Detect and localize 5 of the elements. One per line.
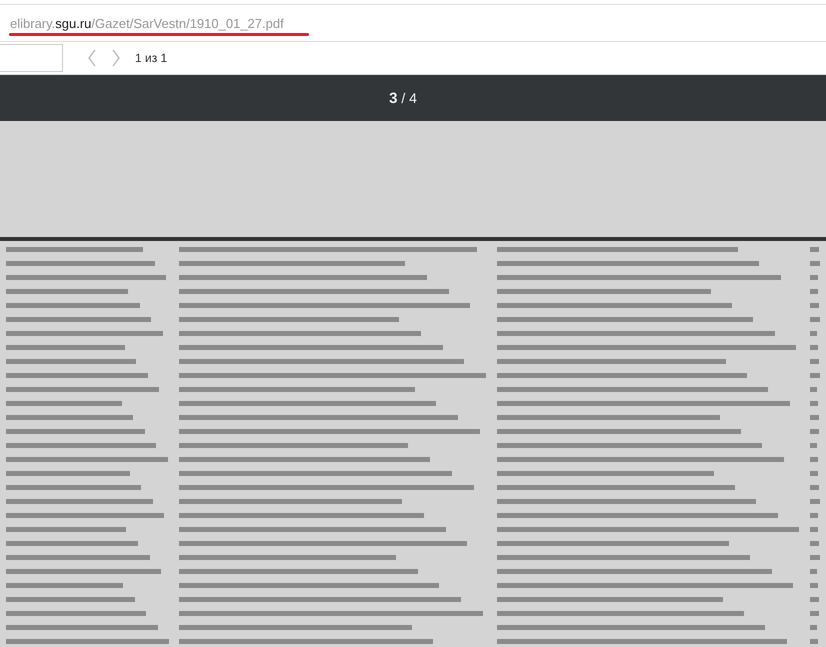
url-text: elibrary.sgu.ru/Gazet/SarVestn/1910_01_27.pdf xyxy=(10,16,284,30)
address-bar[interactable]: elibrary.sgu.ru/Gazet/SarVestn/1910_01_27.pdf xyxy=(0,4,826,42)
page-indicator: 3 / 4 xyxy=(389,90,418,106)
find-result-count: 1 из 1 xyxy=(135,51,168,65)
find-field[interactable] xyxy=(0,44,63,72)
